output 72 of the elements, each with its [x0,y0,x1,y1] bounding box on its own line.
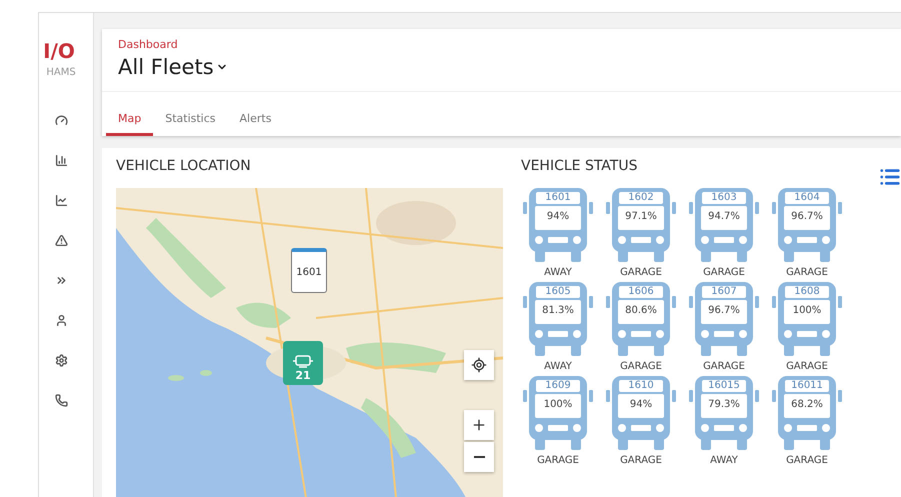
list-icon [879,166,901,188]
nav-button[interactable] [54,154,68,167]
bar-chart-icon [54,154,68,167]
charge-level: 94.7% [707,211,741,222]
charge-level: 79.3% [707,399,741,410]
charge-level: 68.2% [790,399,824,410]
charge-level: 80.6% [624,305,658,316]
vehicle-id: 16015 [707,380,741,391]
vehicle-id: 1601 [544,192,572,203]
nav-button[interactable] [54,394,68,407]
zoom-out-button[interactable] [464,442,494,472]
plus-icon [471,417,487,433]
vehicle-id: 1604 [793,192,821,203]
vehicle-state: GARAGE [786,360,828,374]
minus-icon [474,456,484,458]
tab[interactable]: Alerts [228,112,284,136]
vehicle-state: GARAGE [620,266,662,280]
vehicle-state: AWAY [710,454,738,468]
chevrons-icon [54,274,68,287]
charge-level: 94% [628,399,654,410]
vehicle-id: 1607 [710,286,738,297]
vehicle-state: GARAGE [786,454,828,468]
vehicle-id: 1610 [627,380,655,391]
nav-button[interactable] [54,234,68,247]
vehicle-state: GARAGE [703,360,745,374]
tab[interactable]: Map [106,112,154,136]
vehicle-id: 1605 [544,286,572,297]
locate-button[interactable] [464,350,494,380]
vehicle-state: GARAGE [537,454,579,468]
section-title: VEHICLE LOCATION [116,158,252,174]
map-marker[interactable]: 1601 [291,248,327,293]
section-title: VEHICLE STATUS [521,158,638,174]
vehicle-id: 1609 [544,380,572,391]
nav-button[interactable] [54,314,68,327]
user-icon [54,314,68,327]
nav-button[interactable] [54,354,68,367]
fleet-dropdown[interactable]: All Fleets [118,55,228,79]
line-chart-icon [54,194,68,207]
vehicle-id: 1603 [710,192,738,203]
logo-subtitle: HAMS [46,67,76,78]
vehicle-id: 1602 [627,192,655,203]
vehicle-id: 1606 [627,286,655,297]
nav-button[interactable] [54,274,68,287]
vehicle-state: GARAGE [703,266,745,280]
cluster-marker[interactable]: 21 [283,341,323,385]
vehicle-state: AWAY [544,360,572,374]
vehicle-state: GARAGE [620,454,662,468]
charge-level: 96.7% [707,305,741,316]
vehicle-state: AWAY [544,266,572,280]
vehicle-state: GARAGE [620,360,662,374]
settings-icon [54,354,68,367]
charge-level: 94% [546,211,570,222]
logo: I/O [43,39,75,63]
vehicle-id: 1608 [793,286,821,297]
nav-button[interactable] [54,194,68,207]
charge-level: 100% [792,305,822,316]
gauge-icon [54,114,68,127]
phone-icon [54,394,68,407]
tab[interactable]: Statistics [153,112,228,136]
charge-level: 81.3% [541,305,575,316]
vehicle-id: 16011 [790,380,824,391]
warning-icon [54,234,68,247]
nav-button[interactable] [54,114,68,127]
cluster-count: 21 [295,369,311,382]
vehicle-state: GARAGE [786,266,828,280]
zoom-in-button[interactable] [464,410,494,440]
locate-icon [471,357,487,373]
charge-level: 96.7% [790,211,824,222]
charge-level: 100% [542,399,574,410]
charge-level: 97.1% [624,211,658,222]
breadcrumb: Dashboard [118,38,179,51]
list-view-button[interactable] [879,166,901,188]
